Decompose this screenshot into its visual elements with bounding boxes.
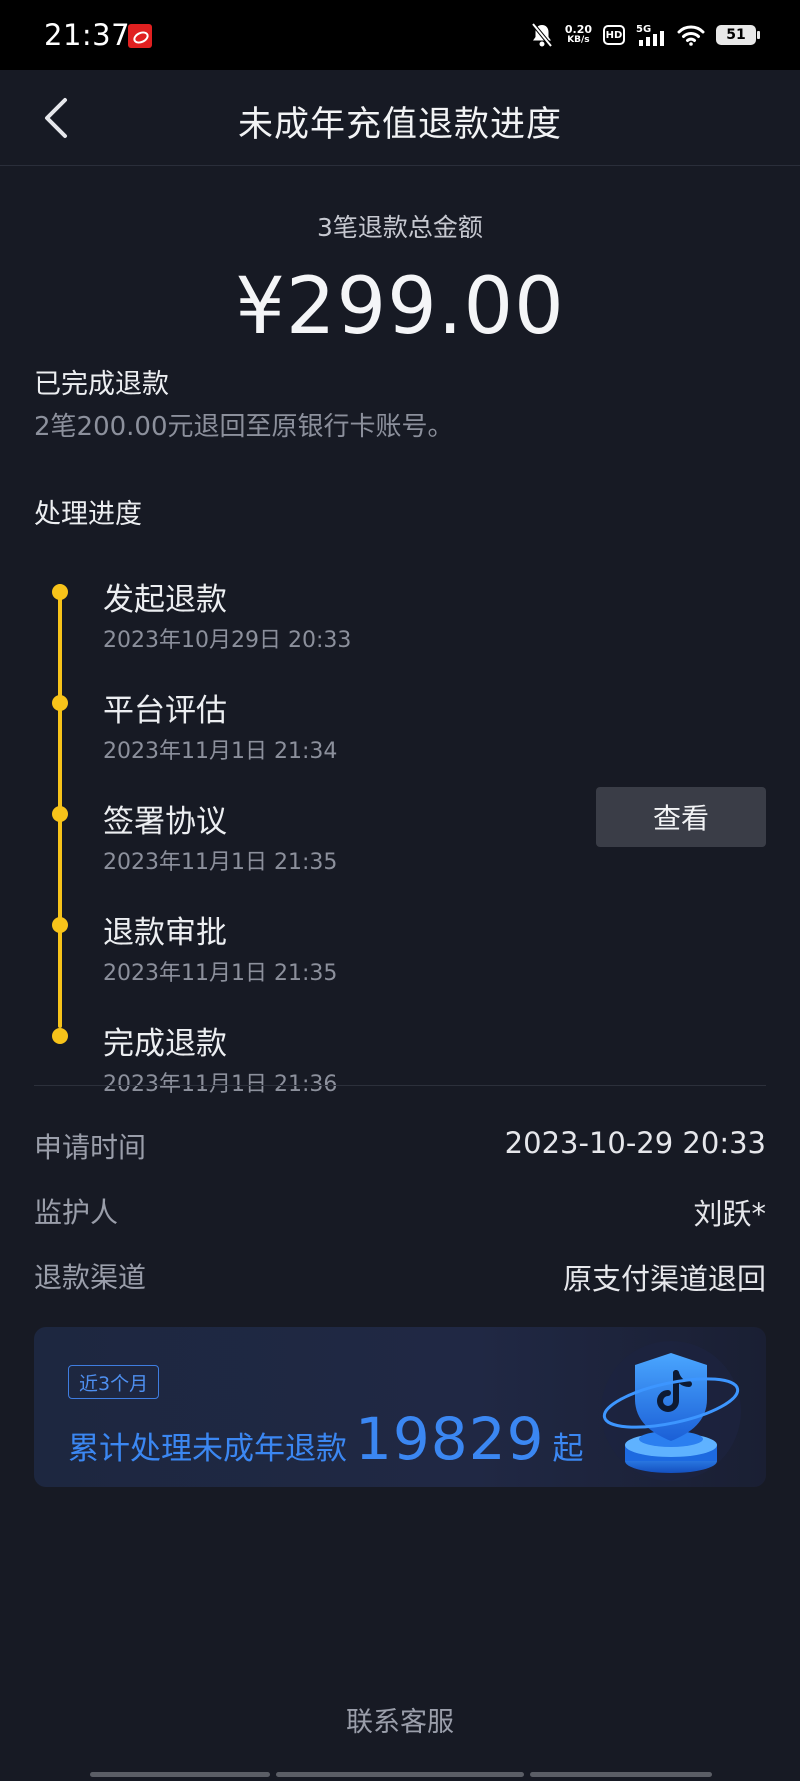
nav-bar: 未成年充值退款进度 — [0, 70, 800, 166]
tiktok-shield-icon — [601, 1341, 741, 1481]
stats-banner: 近3个月 累计处理未成年退款 19829 起 — [34, 1327, 766, 1487]
step-name: 签署协议 — [103, 804, 227, 840]
timeline-dot — [52, 695, 68, 711]
step-name: 发起退款 — [103, 582, 227, 618]
banner-count: 19829 — [355, 1405, 545, 1473]
status-icons: 0.20 KB/s HD 5G 51 — [530, 20, 760, 50]
gesture-bar-segment — [530, 1772, 712, 1777]
banner-text-prefix: 累计处理未成年退款 — [68, 1431, 347, 1467]
refund-done-description: 2笔200.00元退回至原银行卡账号。 — [34, 412, 454, 442]
timeline-dot — [52, 806, 68, 822]
step-time: 2023年10月29日 20:33 — [103, 628, 352, 653]
info-label: 退款渠道 — [34, 1261, 147, 1294]
step-time: 2023年11月1日 21:35 — [103, 961, 338, 986]
battery-icon: 51 — [716, 25, 760, 45]
step-time: 2023年11月1日 21:35 — [103, 850, 338, 875]
info-value: 原支付渠道退回 — [562, 1262, 766, 1296]
signal-label: 5G — [636, 24, 651, 35]
step-name: 退款审批 — [103, 915, 227, 951]
contact-support-link[interactable]: 联系客服 — [0, 1700, 800, 1739]
wifi-icon — [677, 25, 705, 46]
timeline-step: 退款审批 2023年11月1日 21:35 — [0, 907, 800, 1007]
step-name: 平台评估 — [103, 693, 227, 729]
period-badge: 近3个月 — [68, 1365, 160, 1399]
info-label: 监护人 — [34, 1196, 119, 1229]
gesture-bar-segment — [276, 1772, 524, 1777]
info-row-apply-time: 申请时间 2023-10-29 20:33 — [34, 1126, 766, 1166]
banner-text: 累计处理未成年退款 19829 起 — [68, 1405, 584, 1473]
mute-icon — [531, 22, 553, 48]
refund-total-label: 3笔退款总金额 — [317, 213, 483, 242]
page-title: 未成年充值退款进度 — [237, 105, 562, 145]
timeline-step: 完成退款 2023年11月1日 21:36 — [0, 1018, 800, 1118]
info-value: 2023-10-29 20:33 — [504, 1126, 766, 1160]
timeline-step: 发起退款 2023年10月29日 20:33 — [0, 574, 800, 674]
net-speed: 0.20 KB/s — [564, 23, 592, 45]
status-bar: 21:37 0.20 KB/s HD 5G 51 — [0, 0, 800, 70]
gesture-bar — [0, 1772, 800, 1778]
step-time: 2023年11月1日 21:36 — [103, 1072, 338, 1097]
timeline-step: 平台评估 2023年11月1日 21:34 — [0, 685, 800, 785]
info-row-refund-channel: 退款渠道 原支付渠道退回 — [34, 1256, 766, 1296]
info-row-guardian: 监护人 刘跃* — [34, 1191, 766, 1231]
info-label: 申请时间 — [34, 1131, 147, 1164]
hd-icon: HD — [603, 25, 625, 45]
info-value: 刘跃* — [693, 1197, 766, 1231]
view-agreement-button[interactable]: 查看 — [596, 787, 766, 847]
timeline-dot — [52, 584, 68, 600]
refund-done-title: 已完成退款 — [34, 369, 169, 400]
progress-title: 处理进度 — [34, 499, 142, 530]
step-name: 完成退款 — [103, 1026, 227, 1062]
gesture-bar-segment — [90, 1772, 270, 1777]
status-time: 21:37 — [44, 18, 131, 52]
timeline-dot — [52, 1028, 68, 1044]
step-time: 2023年11月1日 21:34 — [103, 739, 338, 764]
app-notification-icon — [128, 24, 152, 48]
timeline-dot — [52, 917, 68, 933]
divider — [34, 1085, 766, 1086]
refund-total-amount: ¥299.00 — [235, 262, 565, 352]
signal-icon: 5G — [636, 24, 664, 46]
